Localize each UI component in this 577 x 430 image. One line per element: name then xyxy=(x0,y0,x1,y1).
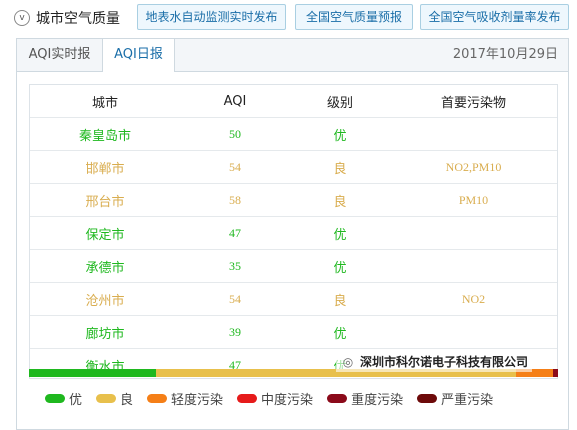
header-pollutant: 首要污染物 xyxy=(440,95,506,111)
cell-level: 良 xyxy=(290,282,390,316)
cell-aqi: 47 xyxy=(180,216,290,250)
legend-item: 严重污染 xyxy=(417,389,493,408)
cell-city: 沧州市 xyxy=(30,282,180,316)
table-row: 承德市 35 优 xyxy=(30,249,557,283)
section-header[interactable]: v 城市空气质量 xyxy=(14,8,120,28)
legend-item: 良 xyxy=(96,389,133,408)
table-row: 廊坊市 39 优 xyxy=(30,315,557,349)
cell-city: 承德市 xyxy=(30,249,180,283)
table-row: 邢台市 58 良 PM10 xyxy=(30,183,557,217)
aqi-table-container[interactable]: 城市 AQI 级别 首要污染物 秦皇岛市 50 优邯郸市 54 良 NO2,PM10 邢台市… xyxy=(29,84,558,379)
header-aqi: AQI xyxy=(223,93,247,109)
bar-segment xyxy=(29,369,156,377)
table-row: 秦皇岛市 50 优 xyxy=(30,117,557,151)
cell-level: 优 xyxy=(290,315,390,349)
legend-label: 良 xyxy=(120,392,134,408)
cell-pollutant xyxy=(390,315,557,349)
legend-item: 优 xyxy=(45,389,82,408)
report-date: 2017年10月29日 xyxy=(452,47,558,62)
cell-pollutant xyxy=(390,117,557,151)
cell-pollutant: NO2 xyxy=(390,282,557,316)
legend-label: 中度污染 xyxy=(261,392,314,408)
cell-aqi: 54 xyxy=(180,282,290,316)
legend-label: 轻度污染 xyxy=(171,392,224,408)
cell-aqi: 54 xyxy=(180,150,290,184)
legend-swatch xyxy=(96,393,117,403)
cell-level: 优 xyxy=(290,117,390,151)
legend-swatch xyxy=(147,393,168,403)
legend-item: 重度污染 xyxy=(327,389,403,408)
bar-segment xyxy=(552,369,558,377)
watermark-text: 深圳市科尔诺电子科技有限公司 xyxy=(360,355,529,369)
chevron-down-circle-icon[interactable]: v xyxy=(14,10,30,26)
table-header-row: 城市 AQI 级别 首要污染物 xyxy=(30,85,557,118)
legend-swatch xyxy=(45,393,65,403)
cell-level: 优 xyxy=(290,216,390,250)
cell-pollutant: NO2,PM10 xyxy=(390,150,557,184)
table-row: 邯郸市 54 良 NO2,PM10 xyxy=(30,150,557,184)
cell-pollutant xyxy=(390,216,557,250)
watermark: ◎ 深圳市科尔诺电子科技有限公司 xyxy=(336,351,533,372)
cell-level: 良 xyxy=(290,183,390,217)
tab-bar: AQI实时报 AQI日报 2017年10月29日 xyxy=(17,39,568,72)
cell-city: 廊坊市 xyxy=(30,315,180,349)
legend-label: 优 xyxy=(69,392,83,408)
legend-item: 轻度污染 xyxy=(147,389,223,408)
cell-aqi: 58 xyxy=(180,183,290,217)
table-row: 沧州市 54 良 NO2 xyxy=(30,282,557,316)
cell-level: 优 xyxy=(290,249,390,283)
cell-city: 保定市 xyxy=(30,216,180,250)
legend-label: 严重污染 xyxy=(441,392,494,408)
cell-aqi: 39 xyxy=(180,315,290,349)
cell-aqi: 35 xyxy=(180,249,290,283)
air-absorbed-dose-rate-button[interactable]: 全国空气吸收剂量率发布 xyxy=(420,4,569,30)
air-quality-forecast-button[interactable]: 全国空气质量预报 xyxy=(295,4,413,30)
cell-aqi: 50 xyxy=(180,117,290,151)
legend-swatch xyxy=(327,393,348,403)
tab-aqi-realtime[interactable]: AQI实时报 xyxy=(17,39,103,71)
cell-level: 良 xyxy=(290,150,390,184)
legend-item: 中度污染 xyxy=(237,389,313,408)
cell-pollutant xyxy=(390,249,557,283)
wechat-icon: ◎ xyxy=(342,354,354,369)
header-level: 级别 xyxy=(326,95,353,111)
section-title: 城市空气质量 xyxy=(36,11,120,27)
tab-aqi-daily[interactable]: AQI日报 xyxy=(103,39,175,72)
cell-city: 邢台市 xyxy=(30,183,180,217)
table-body: 秦皇岛市 50 优邯郸市 54 良 NO2,PM10 邢台市 58 良 PM10 保定市 47 优承德市… xyxy=(30,117,557,378)
header-city: 城市 xyxy=(91,95,118,111)
cell-pollutant: PM10 xyxy=(390,183,557,217)
aqi-table: 城市 AQI 级别 首要污染物 秦皇岛市 50 优邯郸市 54 良 NO2,PM10 邢台市… xyxy=(30,85,557,378)
legend-label: 重度污染 xyxy=(351,392,404,408)
cell-city: 邯郸市 xyxy=(30,150,180,184)
aqi-legend: 优 良 轻度污染 中度污染 重度污染 严重污染 xyxy=(45,387,507,409)
surface-water-monitoring-button[interactable]: 地表水自动监测实时发布 xyxy=(137,4,286,30)
top-bar: v 城市空气质量 地表水自动监测实时发布 全国空气质量预报 全国空气吸收剂量率发… xyxy=(0,0,577,38)
legend-swatch xyxy=(237,393,258,403)
table-row: 保定市 47 优 xyxy=(30,216,557,250)
cell-city: 秦皇岛市 xyxy=(30,117,180,151)
legend-swatch xyxy=(417,393,438,403)
